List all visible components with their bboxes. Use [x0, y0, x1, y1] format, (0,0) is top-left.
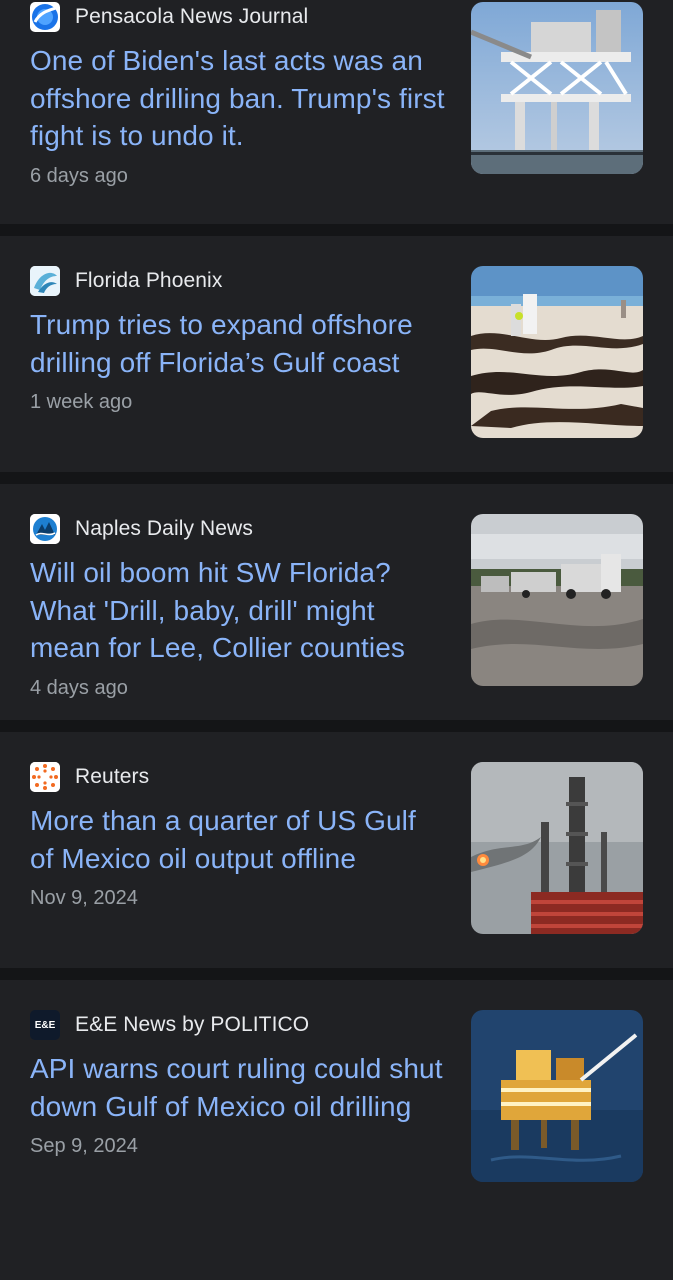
- news-source: Florida Phoenix: [30, 266, 445, 296]
- news-card-content: Florida Phoenix Trump tries to expand of…: [30, 236, 445, 414]
- news-headline[interactable]: Trump tries to expand offshore drilling …: [30, 306, 445, 381]
- news-headline[interactable]: One of Biden's last acts was an offshore…: [30, 42, 445, 155]
- news-feed: Pensacola News Journal One of Biden's la…: [0, 0, 673, 1216]
- news-headline[interactable]: Will oil boom hit SW Florida? What 'Dril…: [30, 554, 445, 667]
- news-source-name: Reuters: [75, 765, 150, 788]
- offshore-rig-at-sea-photo[interactable]: [471, 1010, 643, 1182]
- reuters-logo-icon: [30, 762, 60, 792]
- news-card[interactable]: Naples Daily News Will oil boom hit SW F…: [0, 484, 673, 732]
- news-card-content: Naples Daily News Will oil boom hit SW F…: [30, 484, 445, 700]
- news-source: E&E E&E News by POLITICO: [30, 1010, 445, 1040]
- news-source-name: Naples Daily News: [75, 517, 253, 540]
- news-source: Pensacola News Journal: [30, 2, 445, 32]
- news-card[interactable]: Florida Phoenix Trump tries to expand of…: [0, 236, 673, 484]
- news-source: Reuters: [30, 762, 445, 792]
- news-source: Naples Daily News: [30, 514, 445, 544]
- news-card-content: Pensacola News Journal One of Biden's la…: [30, 0, 445, 188]
- oiled-beach-photo[interactable]: [471, 266, 643, 438]
- news-age: 6 days ago: [30, 164, 128, 187]
- news-age: 1 week ago: [30, 391, 133, 413]
- news-card[interactable]: E&E E&E News by POLITICO API warns court…: [0, 980, 673, 1216]
- ee-news-logo-text: E&E: [34, 1019, 56, 1031]
- news-source-name: E&E News by POLITICO: [75, 1013, 310, 1036]
- news-age: Sep 9, 2024: [30, 1135, 138, 1157]
- pensacola-globe-icon: [30, 2, 60, 32]
- news-card-content: Reuters More than a quarter of US Gulf o…: [30, 732, 445, 910]
- news-age: Nov 9, 2024: [30, 887, 138, 909]
- news-card-content: E&E E&E News by POLITICO API warns court…: [30, 980, 445, 1158]
- oil-field-trucks-photo[interactable]: [471, 514, 643, 686]
- ee-news-logo-icon: E&E: [30, 1010, 60, 1040]
- phoenix-logo-icon: [30, 266, 60, 296]
- news-card[interactable]: Reuters More than a quarter of US Gulf o…: [0, 732, 673, 980]
- news-card[interactable]: Pensacola News Journal One of Biden's la…: [0, 0, 673, 236]
- offshore-platform-photo[interactable]: [471, 2, 643, 174]
- refinery-flare-photo[interactable]: [471, 762, 643, 934]
- news-source-name: Pensacola News Journal: [75, 5, 309, 28]
- naples-logo-icon: [30, 514, 60, 544]
- news-headline[interactable]: More than a quarter of US Gulf of Mexico…: [30, 802, 445, 877]
- news-source-name: Florida Phoenix: [75, 269, 223, 292]
- news-age: 4 days ago: [30, 676, 128, 699]
- news-headline[interactable]: API warns court ruling could shut down G…: [30, 1050, 445, 1125]
